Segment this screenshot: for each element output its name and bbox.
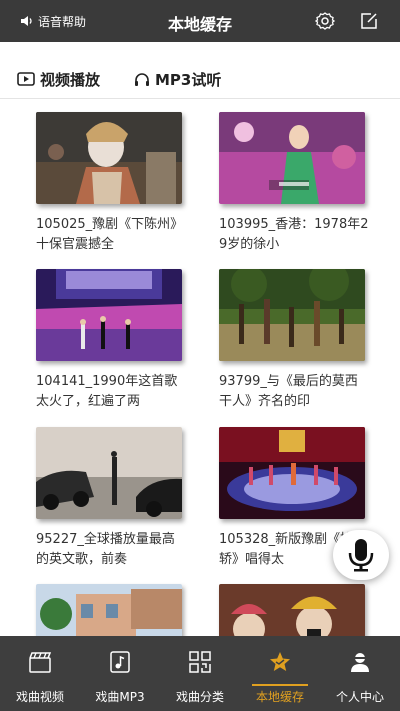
edit-icon[interactable] xyxy=(359,11,379,31)
nav-opera-video[interactable]: 戏曲视频 xyxy=(0,636,80,711)
video-card[interactable]: 103995_香港：1978年29岁的徐小 xyxy=(219,112,379,255)
nav-label: 戏曲分类 xyxy=(175,690,224,704)
video-thumbnail[interactable] xyxy=(219,112,365,204)
nav-label: 个人中心 xyxy=(335,690,384,704)
tab-video-playback[interactable]: 视频播放 xyxy=(17,68,100,90)
star-icon xyxy=(270,652,290,671)
video-card[interactable] xyxy=(219,584,379,636)
nav-label: 本地缓存 xyxy=(255,690,304,704)
video-card[interactable]: 105025_豫剧《下陈州》十保官震撼全 xyxy=(36,112,196,255)
bottom-navigation: 戏曲视频 戏曲MP3 戏曲分类 本地缓存 个人中心 xyxy=(0,636,400,711)
video-thumbnail[interactable] xyxy=(36,269,182,361)
microphone-icon xyxy=(348,539,374,572)
nav-personal-center[interactable]: 个人中心 xyxy=(320,636,400,711)
music-note-icon xyxy=(110,651,130,673)
nav-opera-mp3[interactable]: 戏曲MP3 xyxy=(80,636,160,711)
tab-mp3-label: MP3试听 xyxy=(155,70,222,89)
nav-local-cache[interactable]: 本地缓存 xyxy=(240,636,320,711)
video-card[interactable]: 93799_与《最后的莫西干人》齐名的印 xyxy=(219,269,379,412)
video-thumbnail[interactable] xyxy=(36,584,182,636)
gear-icon[interactable] xyxy=(314,11,336,31)
voice-input-button[interactable] xyxy=(333,530,389,580)
video-card[interactable] xyxy=(36,584,196,636)
video-thumbnail[interactable] xyxy=(219,269,365,361)
video-card[interactable]: 95227_全球播放量最高的英文歌，前奏 xyxy=(36,427,196,570)
video-thumbnail[interactable] xyxy=(219,584,365,636)
video-caption: 95227_全球播放量最高的英文歌，前奏 xyxy=(36,532,175,567)
nav-label: 戏曲MP3 xyxy=(95,690,145,704)
video-thumbnail[interactable] xyxy=(36,112,182,204)
nav-opera-category[interactable]: 戏曲分类 xyxy=(160,636,240,711)
video-icon xyxy=(17,72,35,86)
video-thumbnail[interactable] xyxy=(219,427,365,519)
page-title: 本地缓存 xyxy=(167,15,232,34)
user-icon xyxy=(351,653,369,672)
video-caption: 103995_香港：1978年29岁的徐小 xyxy=(219,217,369,252)
sub-tab-bar: 视频播放 MP3试听 xyxy=(0,42,400,99)
clapperboard-icon xyxy=(29,652,52,673)
headphones-icon xyxy=(135,72,149,86)
qr-grid-icon xyxy=(189,651,211,673)
active-indicator xyxy=(252,684,308,686)
video-caption: 105025_豫剧《下陈州》十保官震撼全 xyxy=(36,217,184,252)
tab-video-label: 视频播放 xyxy=(40,70,101,89)
header-bar: 语音帮助 本地缓存 xyxy=(0,0,400,42)
nav-label: 戏曲视频 xyxy=(15,690,64,704)
video-caption: 104141_1990年这首歌太火了，红遍了两 xyxy=(36,374,178,409)
video-thumbnail[interactable] xyxy=(36,427,182,519)
video-caption: 93799_与《最后的莫西干人》齐名的印 xyxy=(219,374,358,409)
tab-mp3-preview[interactable]: MP3试听 xyxy=(134,68,221,90)
video-card[interactable]: 104141_1990年这首歌太火了，红遍了两 xyxy=(36,269,196,412)
